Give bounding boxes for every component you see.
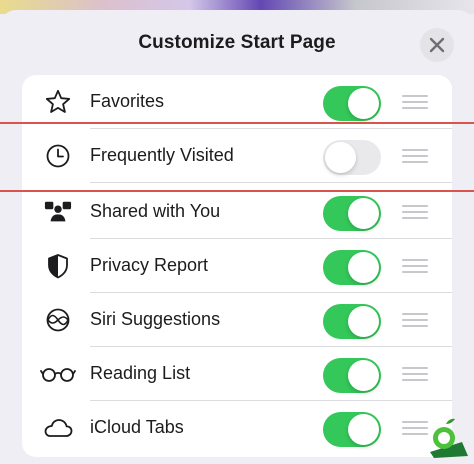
toggle-knob [348, 360, 379, 391]
privacy-report-toggle[interactable] [323, 250, 381, 285]
reorder-handle[interactable] [402, 367, 428, 381]
reorder-handle[interactable] [402, 313, 428, 327]
clock-icon [44, 142, 72, 170]
sheet-header: Customize Start Page [0, 26, 474, 62]
list-item-frequently-visited: Frequently Visited [22, 129, 452, 183]
people-shared-icon [44, 198, 72, 226]
highlight-line-bottom [0, 190, 474, 192]
toggle-knob [348, 88, 379, 119]
list-item-shared-with-you: Shared with You [22, 185, 452, 239]
customize-start-page-screen: Customize Start Page Favorites Frequentl… [0, 0, 474, 464]
list-item-reading-list: Reading List [22, 347, 452, 401]
toggle-knob [348, 306, 379, 337]
list-item-icloud-tabs: iCloud Tabs [22, 401, 452, 455]
glasses-icon [40, 360, 76, 388]
reorder-handle[interactable] [402, 149, 428, 163]
icloud-tabs-toggle[interactable] [323, 412, 381, 447]
shield-icon [44, 252, 72, 280]
item-label: Reading List [90, 363, 191, 383]
page-title: Customize Start Page [138, 32, 336, 53]
toggle-knob [325, 142, 356, 173]
start-page-sections-list: Favorites Frequently Visited Shared with… [22, 75, 452, 457]
shared-with-you-toggle[interactable] [323, 196, 381, 231]
siri-suggestions-toggle[interactable] [323, 304, 381, 339]
siri-icon [44, 306, 72, 334]
list-item-siri-suggestions: Siri Suggestions [22, 293, 452, 347]
highlight-line-top [0, 122, 474, 124]
site-logo-watermark [424, 412, 472, 460]
list-item-privacy-report: Privacy Report [22, 239, 452, 293]
close-button[interactable] [420, 28, 454, 62]
frequently-visited-toggle[interactable] [323, 140, 381, 175]
favorites-toggle[interactable] [323, 86, 381, 121]
item-label: iCloud Tabs [90, 417, 184, 437]
close-icon [429, 37, 445, 53]
reorder-handle[interactable] [402, 259, 428, 273]
item-label: Shared with You [90, 201, 221, 221]
reorder-handle[interactable] [402, 95, 428, 109]
reading-list-toggle[interactable] [323, 358, 381, 393]
item-label: Privacy Report [90, 255, 209, 275]
toggle-knob [348, 414, 379, 445]
divider [90, 182, 452, 183]
item-label: Siri Suggestions [90, 309, 221, 329]
toggle-knob [348, 252, 379, 283]
item-label: Favorites [90, 91, 165, 111]
cloud-icon [42, 414, 74, 442]
list-item-favorites: Favorites [22, 75, 452, 129]
reorder-handle[interactable] [402, 205, 428, 219]
toggle-knob [348, 198, 379, 229]
star-icon [44, 88, 72, 116]
item-label: Frequently Visited [90, 145, 234, 165]
